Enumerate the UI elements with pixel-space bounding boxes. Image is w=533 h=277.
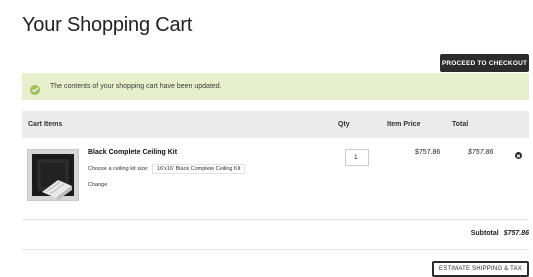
proceed-to-checkout-button[interactable]: PROCEED TO CHECKOUT [440, 54, 529, 72]
quantity-input[interactable] [345, 149, 369, 166]
product-name[interactable]: Black Complete Ceiling Kit [88, 149, 177, 156]
item-total: $757.86 [468, 149, 494, 156]
option-value: 16'x16' Black Complete Ceiling Kit [152, 164, 246, 174]
subtotal: Subtotal $757.86 [471, 230, 529, 237]
page-title: Your Shopping Cart [22, 14, 193, 36]
subtotal-label: Subtotal [470, 230, 499, 237]
change-link[interactable]: Change [88, 182, 107, 188]
header-total: Total [452, 121, 469, 128]
divider [22, 219, 529, 220]
header-item-price: Item Price [387, 121, 421, 128]
estimate-shipping-tax-button[interactable]: ESTIMATE SHIPPING & TAX [432, 261, 529, 277]
item-price: $757.86 [415, 149, 441, 156]
cart-table-header: Cart Items Qty Item Price Total [22, 111, 529, 138]
subtotal-value: $757.86 [503, 230, 529, 237]
header-cart-items: Cart Items [28, 121, 63, 128]
header-qty: Qty [338, 121, 350, 128]
notice-message: The contents of your shopping cart have … [50, 83, 222, 90]
product-thumbnail[interactable] [27, 149, 79, 201]
remove-circle-icon[interactable] [515, 152, 522, 159]
check-circle-icon [30, 82, 40, 95]
option-label: Choose a ceiling kit size: [88, 166, 149, 172]
divider [22, 249, 529, 250]
cart-updated-notice: The contents of your shopping cart have … [22, 73, 529, 100]
